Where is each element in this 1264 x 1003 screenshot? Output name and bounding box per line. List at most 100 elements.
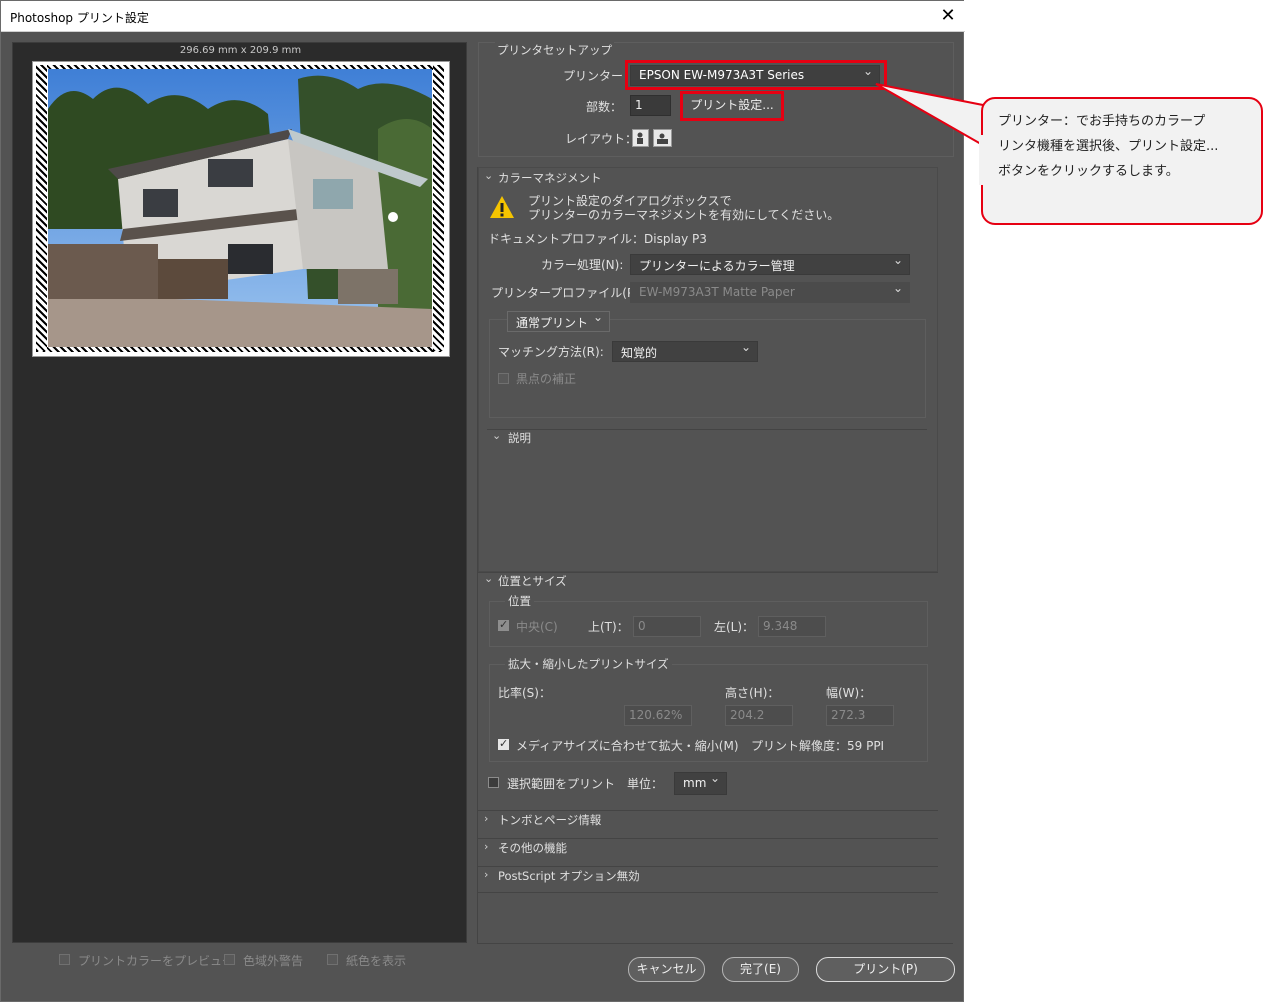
done-button[interactable]: 完了(E)	[722, 957, 799, 982]
position-group-title: 位置	[505, 593, 534, 609]
chevron-right-icon[interactable]: ›	[484, 812, 488, 825]
copies-label: 部数：	[586, 100, 623, 114]
print-settings-dialog: Photoshop プリント設定 ✕ 296.69 mm x 209.9 mm	[0, 0, 965, 1002]
right-panel-border	[477, 943, 953, 944]
window-title: Photoshop プリント設定	[10, 11, 149, 25]
unit-select[interactable]: mm	[674, 771, 727, 795]
divider	[478, 892, 938, 893]
preview-print-color-label: プリントカラーをプレビュー	[78, 954, 235, 968]
marks-page-info-section[interactable]: トンボとページ情報	[498, 812, 601, 828]
show-paper-color-checkbox[interactable]	[327, 954, 338, 965]
left-input[interactable]: 9.348	[758, 616, 826, 637]
left-label: 左(L)：	[714, 620, 755, 634]
print-resolution: プリント解像度：59 PPI	[751, 739, 885, 753]
cancel-button-label: キャンセル	[636, 962, 697, 976]
postscript-options-section[interactable]: PostScript オプション無効	[498, 868, 640, 884]
position-size-title[interactable]: 位置とサイズ	[498, 573, 567, 589]
warning-icon	[489, 195, 515, 219]
center-label: 中央(C)	[516, 620, 558, 634]
paper-preview	[32, 61, 450, 357]
scale-label: 比率(S)：	[498, 686, 551, 700]
black-point-checkbox[interactable]	[498, 373, 509, 384]
printer-select-highlight	[625, 60, 887, 90]
callout-line-2: リンタ機種を選択後、プリント設定...	[998, 139, 1219, 154]
top-input[interactable]: 0	[633, 616, 701, 637]
unit-label: 単位：	[627, 777, 664, 791]
scale-value: 120.62%	[629, 708, 683, 722]
preview-pane: 296.69 mm x 209.9 mm	[12, 42, 467, 943]
color-handling-select[interactable]: プリンターによるカラー管理	[630, 253, 910, 275]
collapse-chevron-icon[interactable]: ⌄	[484, 169, 493, 182]
house-photo-image	[48, 69, 432, 347]
print-settings-highlight	[680, 91, 784, 121]
document-profile: ドキュメントプロファイル：Display P3	[488, 232, 707, 246]
fit-media-checkbox[interactable]	[498, 737, 509, 750]
printer-setup-title: プリンタセットアップ	[495, 42, 614, 58]
width-label: 幅(W)：	[826, 686, 872, 700]
matching-method-value: 知覚的	[621, 346, 658, 360]
unit-value: mm	[683, 776, 707, 790]
chevron-right-icon[interactable]: ›	[484, 840, 488, 853]
height-value: 204.2	[730, 708, 765, 722]
margin-hatch-right	[433, 65, 444, 351]
paper-size-label: 296.69 mm x 209.9 mm	[179, 45, 302, 56]
gamut-warning-checkbox[interactable]	[224, 954, 235, 965]
scale-input[interactable]: 120.62%	[624, 705, 692, 726]
print-selection-checkbox[interactable]	[488, 777, 499, 788]
instruction-callout: プリンター：でお手持ちのカラープ リンタ機種を選択後、プリント設定... ボタン…	[981, 97, 1263, 225]
done-button-label: 完了(E)	[740, 962, 781, 976]
height-input[interactable]: 204.2	[725, 705, 793, 726]
fit-media-label: メディアサイズに合わせて拡大・縮小(M)	[516, 739, 739, 753]
margin-hatch-bottom	[36, 347, 444, 352]
other-functions-section[interactable]: その他の機能	[498, 840, 567, 856]
color-handling-label: カラー処理(N):	[541, 258, 624, 272]
divider	[478, 866, 938, 867]
divider	[487, 429, 927, 430]
preview-photo[interactable]	[48, 69, 432, 347]
preview-print-color-checkbox[interactable]	[59, 954, 70, 965]
copies-value: 1	[635, 98, 643, 112]
show-paper-color-label: 紙色を表示	[346, 954, 407, 968]
top-value: 0	[638, 619, 646, 633]
scaled-size-title: 拡大・縮小したプリントサイズ	[505, 656, 672, 672]
center-checkbox[interactable]	[498, 618, 509, 631]
divider	[478, 810, 938, 811]
print-button-label: プリント(P)	[853, 962, 918, 976]
printer-profile-label: プリンタープロファイル(P):	[491, 286, 643, 300]
copies-input[interactable]: 1	[630, 95, 671, 116]
print-mode-value: 通常プリント	[516, 316, 589, 330]
layout-label: レイアウト：	[565, 132, 638, 146]
print-button[interactable]: プリント(P)	[816, 957, 955, 982]
color-handling-value: プリンターによるカラー管理	[639, 259, 795, 273]
right-panel-border	[477, 167, 478, 944]
width-input[interactable]: 272.3	[826, 705, 894, 726]
print-selection-label: 選択範囲をプリント	[507, 777, 616, 791]
cancel-button[interactable]: キャンセル	[628, 957, 705, 982]
top-label: 上(T)：	[588, 620, 629, 634]
chevron-right-icon[interactable]: ›	[484, 868, 488, 881]
print-mode-group	[489, 319, 926, 418]
black-point-label: 黒点の補正	[516, 372, 577, 386]
position-size-chevron-icon[interactable]: ⌄	[484, 572, 493, 585]
description-chevron-icon[interactable]: ⌄	[492, 429, 501, 442]
margin-hatch-left	[36, 65, 47, 351]
gamut-warning-label: 色域外警告	[243, 954, 304, 968]
title-bar: Photoshop プリント設定 ✕	[1, 1, 965, 32]
warning-line-2: プリンターのカラーマネジメントを有効にしてください。	[528, 208, 840, 222]
height-label: 高さ(H)：	[725, 686, 780, 700]
close-button[interactable]: ✕	[933, 4, 963, 28]
divider	[478, 838, 938, 839]
callout-line-1: プリンター：でお手持ちのカラープ	[998, 114, 1206, 129]
left-value: 9.348	[763, 619, 798, 633]
callout-text: プリンター：でお手持ちのカラープ リンタ機種を選択後、プリント設定... ボタン…	[998, 109, 1258, 184]
portrait-layout-icon[interactable]	[632, 129, 649, 147]
description-title[interactable]: 説明	[508, 430, 531, 446]
color-management-title[interactable]: カラーマネジメント	[498, 170, 602, 186]
matching-method-select[interactable]: 知覚的	[612, 340, 758, 362]
callout-joint	[979, 135, 983, 185]
printer-profile-select[interactable]: EW-M973A3T Matte Paper	[630, 281, 910, 303]
printer-profile-value: EW-M973A3T Matte Paper	[639, 285, 795, 299]
print-mode-select[interactable]: 通常プリント	[507, 310, 610, 332]
landscape-layout-icon[interactable]	[653, 129, 672, 147]
width-value: 272.3	[831, 708, 866, 722]
